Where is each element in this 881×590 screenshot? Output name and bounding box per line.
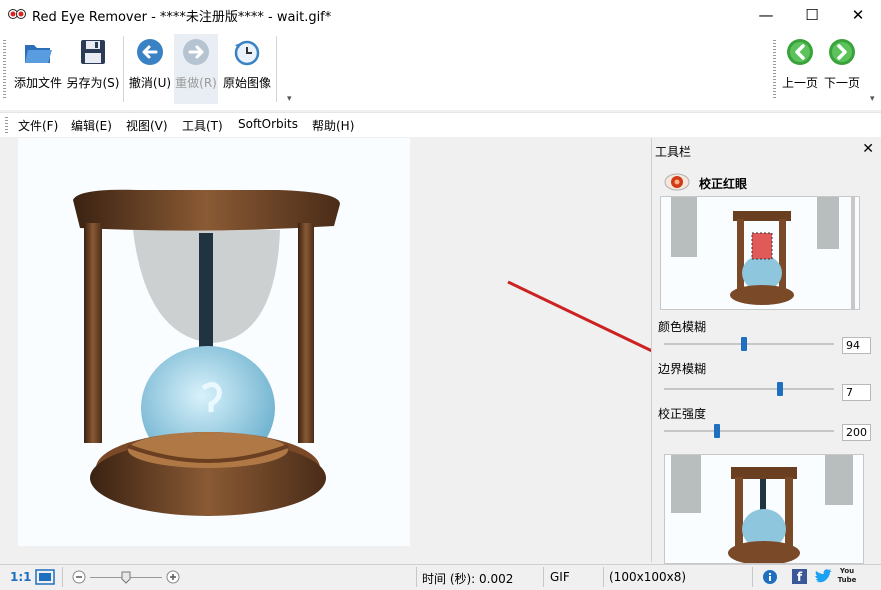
panel-close-icon[interactable]: ✕ xyxy=(862,141,874,157)
zoom-one-to-one-button[interactable]: 1:1 xyxy=(10,570,32,584)
processing-time: 时间 (秒): 0.002 xyxy=(422,572,514,586)
color-blur-label: 颜色模糊 xyxy=(658,320,707,334)
result-preview-thumbnail[interactable] xyxy=(664,454,864,564)
zoom-slider-thumb[interactable] xyxy=(121,571,131,584)
maximize-button[interactable]: ☐ xyxy=(789,0,835,30)
youtube-you: You Tube xyxy=(837,567,857,584)
correct-red-eye-label[interactable]: 校正红眼 xyxy=(699,175,747,192)
red-eye-preview-thumbnail[interactable] xyxy=(660,196,860,310)
undo-button[interactable]: 撤消(U) xyxy=(128,34,172,104)
undo-label: 撤消(U) xyxy=(128,76,172,90)
zoom-out-icon[interactable] xyxy=(72,570,86,584)
zoom-in-icon[interactable] xyxy=(166,570,180,584)
image-preview[interactable] xyxy=(18,138,410,546)
floppy-disk-icon xyxy=(81,40,105,64)
prev-arrow-icon xyxy=(787,39,813,65)
hourglass-thumbnail xyxy=(671,197,855,309)
edge-blur-slider[interactable] xyxy=(664,388,834,390)
color-blur-slider-thumb[interactable] xyxy=(740,337,747,351)
color-blur-value[interactable]: 94 xyxy=(842,337,871,354)
image-dimensions: (100x100x8) xyxy=(609,570,687,584)
hourglass-image xyxy=(73,189,340,516)
panel-title: 工具栏 xyxy=(655,145,692,159)
close-button[interactable]: ✕ xyxy=(835,0,881,30)
maximize-icon: ☐ xyxy=(805,6,819,24)
history-clock-icon xyxy=(234,40,260,66)
redo-label: 重做(R) xyxy=(175,76,217,90)
menu-edit[interactable]: 编辑(E) xyxy=(71,117,112,134)
status-separator xyxy=(543,567,544,587)
original-image-label: 原始图像 xyxy=(222,76,271,90)
menu-help[interactable]: 帮助(H) xyxy=(312,117,354,134)
save-as-button[interactable]: 另存为(S) xyxy=(66,34,120,104)
facebook-icon[interactable]: f xyxy=(792,569,807,584)
info-icon[interactable] xyxy=(762,569,778,585)
image-format: GIF xyxy=(550,570,570,584)
menu-file[interactable]: 文件(F) xyxy=(18,117,58,134)
status-separator xyxy=(603,567,604,587)
toolbar-grip[interactable] xyxy=(3,40,6,100)
minimize-button[interactable]: — xyxy=(743,0,789,30)
hourglass-result-thumbnail xyxy=(671,455,853,563)
open-folder-icon xyxy=(25,45,52,63)
menu-grip[interactable] xyxy=(5,117,8,133)
status-bar: 1:1 时间 (秒): 0.002 GIF (100x100x8) f You … xyxy=(0,564,881,590)
correction-strength-slider-thumb[interactable] xyxy=(713,424,720,438)
prev-page-button[interactable]: 上一页 xyxy=(779,34,821,104)
edge-blur-value[interactable]: 7 xyxy=(842,384,871,401)
close-icon: ✕ xyxy=(851,6,865,24)
next-arrow-icon xyxy=(829,39,855,65)
toolbar-separator xyxy=(123,36,124,102)
status-separator xyxy=(62,567,63,587)
twitter-icon[interactable] xyxy=(814,569,832,585)
original-image-button[interactable]: 原始图像 xyxy=(221,34,273,104)
next-page-label: 下一页 xyxy=(823,76,860,90)
menu-view[interactable]: 视图(V) xyxy=(126,117,168,134)
undo-arrow-icon xyxy=(137,39,163,65)
window-title: Red Eye Remover - ****未注册版**** - wait.gi… xyxy=(32,10,332,25)
redo-button[interactable]: 重做(R) xyxy=(174,34,218,104)
title-bar: Red Eye Remover - ****未注册版**** - wait.gi… xyxy=(0,0,881,30)
save-as-label: 另存为(S) xyxy=(66,76,120,90)
redo-arrow-icon xyxy=(183,39,209,65)
image-canvas[interactable] xyxy=(0,138,706,562)
correction-strength-label: 校正强度 xyxy=(658,407,707,421)
toolbar-separator xyxy=(276,36,277,102)
fit-to-window-icon[interactable] xyxy=(35,569,55,585)
menu-bar: 文件(F) 编辑(E) 视图(V) 工具(T) SoftOrbits 帮助(H) xyxy=(0,112,881,137)
edge-blur-slider-thumb[interactable] xyxy=(776,382,783,396)
correction-strength-value[interactable]: 200 xyxy=(842,424,871,441)
edge-blur-label: 边界模糊 xyxy=(658,362,707,376)
prev-page-label: 上一页 xyxy=(781,76,818,90)
toolbar-overflow-icon[interactable]: ▾ xyxy=(287,94,292,104)
toolbar-grip-right[interactable] xyxy=(773,40,776,100)
add-file-button[interactable]: 添加文件 xyxy=(12,34,64,104)
red-eye-icon[interactable] xyxy=(664,171,690,193)
minimize-icon: — xyxy=(758,6,774,24)
status-separator xyxy=(752,567,753,587)
menu-tools[interactable]: 工具(T) xyxy=(182,117,223,134)
menu-softorbits[interactable]: SoftOrbits xyxy=(238,117,298,131)
add-file-label: 添加文件 xyxy=(13,76,62,90)
next-page-button[interactable]: 下一页 xyxy=(821,34,863,104)
app-eyes-icon xyxy=(8,9,26,19)
youtube-icon[interactable]: You Tube xyxy=(837,567,857,587)
color-blur-slider[interactable] xyxy=(664,343,834,345)
toolbar: 添加文件 另存为(S) 撤消(U) 重做(R) 原始图像 ▾ 上一页 下一页 ▾ xyxy=(0,30,881,110)
correction-strength-slider[interactable] xyxy=(664,430,834,432)
tool-panel: 工具栏 ✕ 校正红眼 颜色模糊 94 边界模糊 7 校正强度 200 xyxy=(651,138,881,564)
status-separator xyxy=(416,567,417,587)
toolbar-overflow-icon-right[interactable]: ▾ xyxy=(870,94,875,104)
